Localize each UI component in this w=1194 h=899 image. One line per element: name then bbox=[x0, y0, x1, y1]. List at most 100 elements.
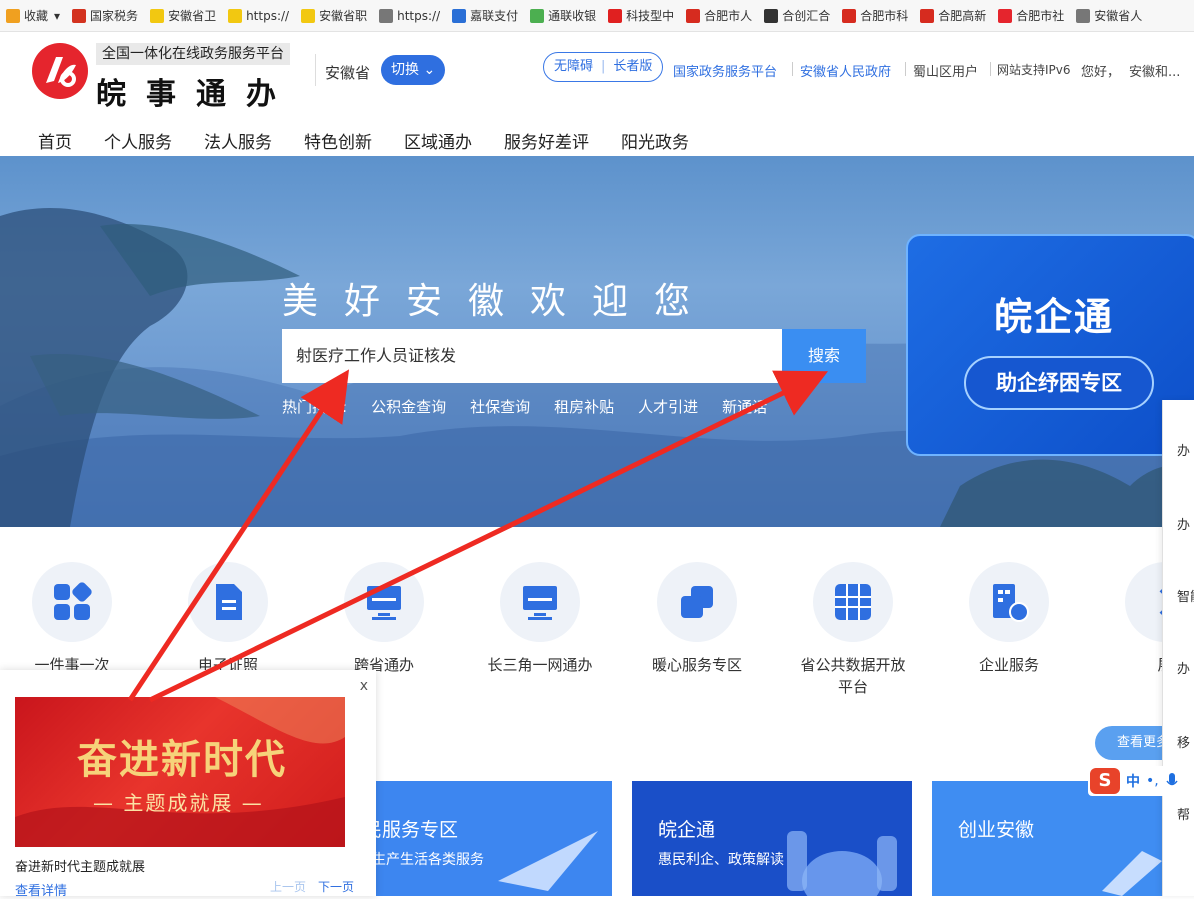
hot-search-item[interactable]: 人才引进 bbox=[638, 396, 698, 417]
ime-toolbar[interactable]: S 中 •, bbox=[1088, 766, 1194, 796]
user-district-link[interactable]: 蜀山区用户 bbox=[913, 61, 978, 80]
microphone-icon[interactable] bbox=[1165, 772, 1179, 790]
apps-icon bbox=[32, 562, 112, 642]
view-details-link[interactable]: 查看详情 bbox=[15, 880, 67, 899]
pinwheel-icon bbox=[530, 8, 545, 23]
bookmark-item[interactable]: 国家税务 bbox=[66, 0, 144, 31]
service-item[interactable]: 暖心服务专区 bbox=[652, 562, 742, 676]
switch-label: 切换 bbox=[391, 62, 419, 78]
bookmark-item[interactable]: 科技型中 bbox=[602, 0, 680, 31]
wanqitong-title: 皖企通 bbox=[994, 295, 1115, 339]
elderly-mode-link[interactable]: 长者版 bbox=[613, 53, 652, 81]
bookmark-item[interactable]: 通联收银 bbox=[524, 0, 602, 31]
ime-mode[interactable]: 中 bbox=[1126, 771, 1140, 791]
bookmark-label: 安徽省职 bbox=[319, 9, 368, 23]
hot-search-label: 热门搜索: bbox=[282, 398, 348, 416]
chevron-down-icon[interactable]: ▾ bbox=[54, 9, 60, 23]
logo-title[interactable]: 皖事通办 bbox=[96, 69, 296, 113]
paper-plane-icon bbox=[498, 831, 598, 891]
accessibility-link[interactable]: 无障碍 bbox=[554, 53, 593, 81]
hot-search-item[interactable]: 公积金查询 bbox=[371, 396, 446, 417]
card-title: 皖企通 bbox=[658, 819, 716, 841]
enterprise-relief-button[interactable]: 助企纾困专区 bbox=[964, 356, 1154, 410]
accessibility-group: 无障碍 | 长者版 bbox=[543, 52, 664, 82]
nav-item[interactable]: 法人服务 bbox=[188, 128, 288, 153]
national-platform-link[interactable]: 国家政务服务平台 bbox=[673, 61, 777, 80]
bookmark-item[interactable]: 安徽省职 bbox=[295, 0, 373, 31]
squares-icon bbox=[657, 562, 737, 642]
bookmark-item[interactable]: 合肥市科 bbox=[836, 0, 914, 31]
bookmark-item[interactable]: 嘉联支付 bbox=[446, 0, 524, 31]
flag-icon bbox=[608, 8, 623, 23]
service-label: 省公共数据开放平台 bbox=[800, 656, 906, 696]
hot-search-item[interactable]: 租房补贴 bbox=[554, 396, 614, 417]
card-chuangye[interactable]: 创业安徽 bbox=[932, 781, 1194, 896]
service-item[interactable]: 企业服务 bbox=[969, 562, 1049, 676]
bookmark-label: 合肥市社 bbox=[1016, 9, 1065, 23]
bookmark-item[interactable]: 合肥高新 bbox=[914, 0, 992, 31]
bookmark-item[interactable]: 合肥市人 bbox=[680, 0, 758, 31]
popup-image-title: 奋进新时代 bbox=[77, 736, 287, 783]
ime-punct[interactable]: •, bbox=[1146, 773, 1159, 789]
provincial-gov-link[interactable]: 安徽省人民政府 bbox=[800, 61, 891, 80]
search-button[interactable]: 搜索 bbox=[782, 329, 866, 383]
service-label: 暖心服务专区 bbox=[651, 656, 742, 674]
site-header: 全国一体化在线政务服务平台 皖事通办 安徽省 切换 ⌄ 无障碍 | 长者版 国家… bbox=[0, 32, 1194, 156]
bookmarks-bar: 收藏 ▾ 国家税务 安徽省卫 https:// 安徽省职 https:// 嘉联支付 通联收银… bbox=[0, 0, 1194, 32]
bookmark-label: 通联收银 bbox=[548, 9, 597, 23]
bookmark-label: https:// bbox=[246, 8, 290, 23]
bookmark-item[interactable]: 合肥市社 bbox=[992, 0, 1070, 31]
service-item[interactable]: 长三角一网通办 bbox=[487, 562, 593, 676]
side-item[interactable]: 办 bbox=[1177, 514, 1190, 533]
bookmark-label: https:// bbox=[397, 8, 441, 23]
building-chat-icon bbox=[969, 562, 1049, 642]
logo-subtitle: 全国一体化在线政务服务平台 bbox=[96, 43, 290, 65]
side-item[interactable]: 帮 bbox=[1177, 804, 1190, 823]
bookmark-item[interactable]: https:// bbox=[222, 0, 295, 31]
nav-item[interactable]: 个人服务 bbox=[88, 128, 188, 153]
service-item[interactable]: 一件事一次 bbox=[32, 562, 112, 676]
side-item[interactable]: 办 bbox=[1177, 440, 1190, 459]
card-subtitle: 惠民利企、政策解读 bbox=[658, 852, 784, 868]
tax-icon bbox=[72, 8, 87, 23]
side-item[interactable]: 智能 bbox=[1177, 586, 1194, 605]
next-page-link[interactable]: 下一页 bbox=[318, 878, 354, 895]
bookmark-label: 合肥高新 bbox=[938, 9, 987, 23]
bookmark-item[interactable]: 合创汇合 bbox=[758, 0, 836, 31]
nav-item[interactable]: 阳光政务 bbox=[605, 128, 705, 153]
bookmark-item[interactable]: 收藏 ▾ bbox=[0, 0, 66, 31]
switch-region-button[interactable]: 切换 ⌄ bbox=[381, 55, 446, 85]
bookmark-item[interactable]: 安徽省人 bbox=[1070, 0, 1148, 31]
user-name-link[interactable]: 安徽和... bbox=[1129, 61, 1180, 80]
grid-icon bbox=[813, 562, 893, 642]
nav-item[interactable]: 区域通办 bbox=[388, 128, 488, 153]
service-item[interactable]: 电子证照 bbox=[188, 562, 268, 676]
exhibition-banner-image[interactable]: 奋进新时代 — 主题成就展 — bbox=[15, 697, 345, 847]
card-wanqitong[interactable]: 皖企通 惠民利企、政策解读 bbox=[632, 781, 912, 896]
service-label: 企业服务 bbox=[978, 656, 1039, 674]
service-item[interactable]: 跨省通办 bbox=[344, 562, 424, 676]
greeting-label: 您好， bbox=[1081, 65, 1121, 80]
welcome-title: 美好安徽欢迎您 bbox=[282, 281, 717, 322]
bookmark-item[interactable]: https:// bbox=[373, 0, 446, 31]
service-item[interactable]: 省公共数据开放平台 bbox=[800, 562, 906, 698]
house-icon bbox=[764, 8, 779, 23]
bookmark-label: 安徽省人 bbox=[1094, 9, 1143, 23]
main-nav: 首页 个人服务 法人服务 特色创新 区域通办 服务好差评 阳光政务 bbox=[22, 128, 705, 153]
side-item[interactable]: 移 bbox=[1177, 732, 1190, 751]
prev-page-link[interactable]: 上一页 bbox=[270, 878, 306, 895]
bookmark-item[interactable]: 安徽省卫 bbox=[144, 0, 222, 31]
hot-search-item[interactable]: 新通话 bbox=[722, 396, 767, 417]
hot-search-item[interactable]: 社保查询 bbox=[470, 396, 530, 417]
globe-icon bbox=[1076, 8, 1091, 23]
nav-item[interactable]: 服务好差评 bbox=[488, 128, 605, 153]
ipv6-label: 网站支持IPv6 bbox=[997, 63, 1071, 77]
nav-item[interactable]: 首页 bbox=[22, 128, 88, 153]
side-item[interactable]: 办 bbox=[1177, 658, 1190, 677]
wanqitong-panel[interactable]: 皖企通 助企纾困专区 bbox=[906, 234, 1194, 456]
search-input[interactable]: 射医疗工作人员证核发 bbox=[282, 329, 782, 383]
close-icon[interactable]: x bbox=[360, 678, 368, 694]
anhui-logo-icon[interactable] bbox=[32, 43, 88, 99]
nav-item[interactable]: 特色创新 bbox=[288, 128, 388, 153]
emblem-icon bbox=[842, 8, 857, 23]
